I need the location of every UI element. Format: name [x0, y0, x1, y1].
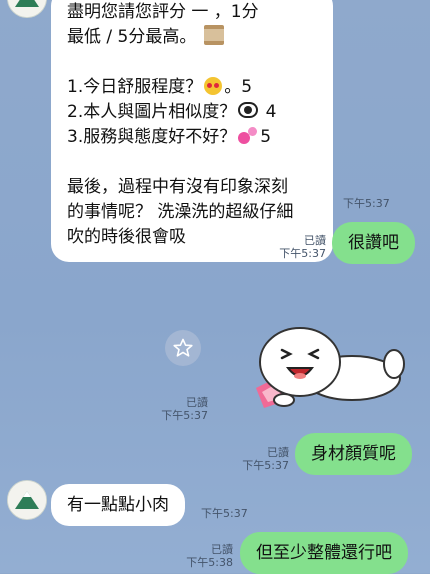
two-hearts-emoji-icon: [238, 127, 258, 145]
message-line: 最低 / 5分最高。: [67, 25, 317, 50]
eye-emoji-icon: [238, 102, 259, 118]
mountain-avatar-icon: [8, 0, 46, 17]
read-receipt: 已讀 下午5:38: [186, 543, 233, 569]
contact-avatar[interactable]: [7, 480, 47, 520]
message-line: 最後，過程中有沒有印象深刻: [67, 177, 288, 197]
scroll-emoji-icon: [203, 25, 224, 45]
star-icon: [173, 338, 193, 357]
outgoing-message-bubble[interactable]: 但至少整體還行吧: [240, 532, 408, 574]
outgoing-message-bubble[interactable]: 身材顏質呢: [295, 433, 412, 475]
message-line: 3.服務與態度好不好？ 5: [67, 127, 272, 147]
message-line: [67, 150, 317, 175]
outgoing-message-bubble[interactable]: 很讚吧: [332, 222, 415, 264]
read-receipt: 已讀 下午5:37: [279, 234, 326, 260]
moon-character-sticker[interactable]: [248, 316, 408, 416]
message-line: 的事情呢？ 洗澡洗的超級仔細: [67, 202, 294, 222]
contact-avatar[interactable]: [7, 0, 47, 18]
message-line: 2.本人與圖片相似度？ 4: [67, 102, 277, 122]
message-line: 1.今日舒服程度？ 。5: [67, 77, 253, 97]
sticker-favorite-button[interactable]: [165, 330, 201, 366]
heart-eyes-emoji-icon: [204, 77, 223, 95]
mountain-avatar-icon: [8, 481, 46, 519]
incoming-message-bubble[interactable]: 盡明您請您評分 一 ，1分 最低 / 5分最高。 1.今日舒服程度？ 。5 2.本…: [51, 0, 333, 262]
message-line: [67, 50, 317, 75]
read-receipt: 已讀 下午5:37: [242, 446, 289, 472]
message-time: 下午5:37: [343, 197, 390, 210]
message-line: 盡明您請您評分 一 ，1分: [67, 2, 259, 22]
incoming-message-bubble[interactable]: 有一點點小肉: [51, 484, 185, 526]
read-receipt: 已讀 下午5:37: [161, 396, 208, 422]
message-time: 下午5:37: [201, 507, 248, 520]
